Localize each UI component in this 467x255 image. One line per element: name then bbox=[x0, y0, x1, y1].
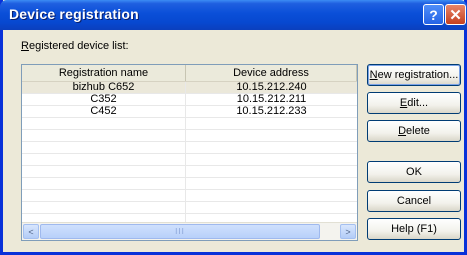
empty-cell bbox=[22, 118, 186, 129]
registration-name-cell: C452 bbox=[22, 106, 186, 117]
empty-cell bbox=[186, 118, 357, 129]
registered-device-list[interactable]: Registration name Device address bizhub … bbox=[21, 64, 358, 241]
empty-cell bbox=[22, 130, 186, 141]
empty-table-row bbox=[22, 166, 357, 178]
scroll-grip-icon: III bbox=[175, 227, 185, 236]
close-button[interactable]: ✕ bbox=[445, 4, 466, 25]
empty-cell bbox=[186, 154, 357, 165]
scroll-right-button[interactable]: > bbox=[340, 224, 356, 239]
registered-device-list-label: Registered device list: bbox=[21, 40, 129, 52]
question-mark-icon: ? bbox=[429, 6, 438, 23]
empty-table-row bbox=[22, 142, 357, 154]
empty-table-row bbox=[22, 154, 357, 166]
edit-button[interactable]: Edit... bbox=[367, 92, 461, 114]
empty-cell bbox=[186, 130, 357, 141]
empty-cell bbox=[186, 190, 357, 201]
title-bar[interactable]: Device registration ? ✕ bbox=[0, 0, 467, 30]
empty-cell bbox=[186, 166, 357, 177]
delete-button[interactable]: Delete bbox=[367, 120, 461, 142]
device-address-cell: 10.15.212.233 bbox=[236, 105, 307, 117]
column-header-registration-name[interactable]: Registration name bbox=[22, 65, 186, 81]
scroll-thumb[interactable]: III bbox=[40, 224, 320, 239]
registration-name-cell: C352 bbox=[22, 94, 186, 105]
registration-name-cell: bizhub C652 bbox=[22, 82, 186, 93]
empty-table-row bbox=[22, 118, 357, 130]
empty-cell bbox=[186, 202, 357, 213]
empty-cell bbox=[22, 202, 186, 213]
table-row[interactable]: bizhub C652 10.15.212.240 bbox=[22, 82, 357, 94]
ok-button[interactable]: OK bbox=[367, 161, 461, 183]
close-icon: ✕ bbox=[449, 6, 462, 24]
device-address-cell: 10.15.212.240 bbox=[236, 81, 307, 93]
chevron-right-icon: > bbox=[345, 226, 351, 237]
empty-table-row bbox=[22, 202, 357, 214]
help-button[interactable]: Help (F1) bbox=[367, 218, 461, 240]
dialog-title: Device registration bbox=[9, 6, 139, 22]
empty-cell bbox=[186, 178, 357, 189]
cancel-button[interactable]: Cancel bbox=[367, 190, 461, 212]
empty-table-row bbox=[22, 178, 357, 190]
list-body: bizhub C652 10.15.212.240 C352 10.15.212.21… bbox=[22, 82, 357, 226]
empty-cell bbox=[186, 142, 357, 153]
empty-cell bbox=[22, 190, 186, 201]
empty-cell bbox=[22, 178, 186, 189]
new-registration-button[interactable]: New registration... bbox=[367, 64, 461, 86]
chevron-left-icon: < bbox=[28, 226, 34, 237]
empty-table-row bbox=[22, 190, 357, 202]
column-header-device-address[interactable]: Device address bbox=[186, 65, 357, 81]
empty-cell bbox=[22, 166, 186, 177]
list-header: Registration name Device address bbox=[22, 65, 357, 82]
horizontal-scrollbar[interactable]: < III > bbox=[22, 222, 357, 240]
empty-cell bbox=[22, 154, 186, 165]
table-row[interactable]: C452 10.15.212.233 bbox=[22, 106, 357, 118]
empty-cell bbox=[22, 142, 186, 153]
table-row[interactable]: C352 10.15.212.211 bbox=[22, 94, 357, 106]
device-address-cell: 10.15.212.211 bbox=[236, 93, 307, 105]
scroll-left-button[interactable]: < bbox=[23, 224, 39, 239]
empty-table-row bbox=[22, 130, 357, 142]
help-title-button[interactable]: ? bbox=[423, 4, 444, 25]
